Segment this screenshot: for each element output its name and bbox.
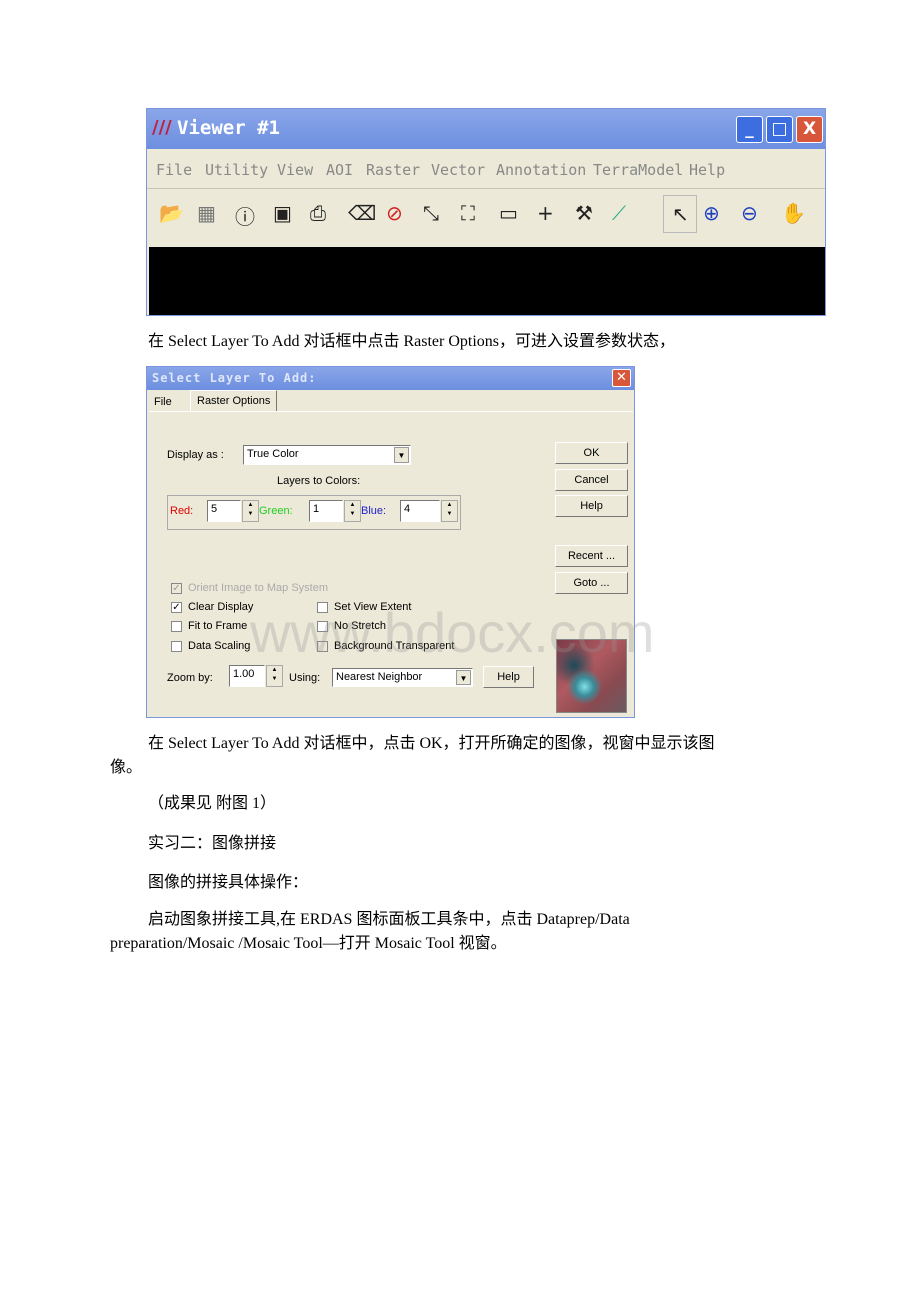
open-layer-icon[interactable]: ▦ [197,201,216,225]
paragraph: 像。 [110,759,143,776]
layers-to-colors-label: Layers to Colors: [277,475,361,487]
zoom-out-icon[interactable]: ⊖ [741,201,758,225]
paragraph: （成果见 附图 1） [148,795,277,812]
menu-raster[interactable]: Raster [366,161,420,179]
menu-help[interactable]: Help [689,161,725,179]
print-icon[interactable]: ⎙ [310,201,326,225]
close-button[interactable]: X [796,116,823,143]
hand-icon[interactable]: ✋ [781,201,806,225]
menu-utility[interactable]: Utility [205,161,268,179]
zoom-in-fit-icon[interactable]: ⤡ [423,201,439,225]
eraser-icon[interactable]: ⌫ [348,201,376,225]
select-layer-dialog: Select Layer To Add: ✕ File Raster Optio… [146,366,635,718]
clear-display-label: Clear Display [188,601,254,613]
display-as-select[interactable]: True Color ▼ [243,445,411,465]
red-input[interactable]: 5 [207,500,241,522]
paragraph: 启动图象拼接工具,在 ERDAS 图标面板工具条中，点击 Dataprep/Da… [148,911,630,928]
open-folder-icon[interactable]: 📂 [159,201,184,225]
menu-aoi[interactable]: AOI [326,161,353,179]
tab-raster-options[interactable]: Raster Options [190,390,278,412]
red-stepper[interactable]: ▲ ▼ [242,500,259,522]
tab-file[interactable]: File [154,396,172,408]
green-input[interactable]: 1 [309,500,343,522]
close-button[interactable]: ✕ [612,369,631,387]
paragraph: 图像的拼接具体操作： [148,874,309,891]
recent-button[interactable]: Recent ... [555,545,628,567]
menu-annotation[interactable]: Annotation [496,161,586,179]
paragraph: 实习二：图像拼接 [148,835,277,852]
zoom-input[interactable]: 1.00 [229,665,265,687]
fit-frame-label: Fit to Frame [188,620,248,632]
hammer-icon[interactable]: ⚒ [575,201,593,225]
clear-icon[interactable]: ⊘ [386,201,403,225]
display-as-value: True Color [247,448,299,460]
data-scaling-label: Data Scaling [188,640,251,652]
ruler-icon[interactable]: ▭ [499,201,518,225]
crosshair-icon[interactable]: + [537,201,554,225]
title-bar: /// Viewer #1 _ □ X [147,109,825,149]
menu-bar: File Utility View AOI Raster Vector Anno… [147,153,825,189]
using-label: Using: [289,672,321,684]
watermark: www.bdocx.com [250,601,655,664]
paragraph: preparation/Mosaic /Mosaic Tool—打开 Mosai… [110,935,507,952]
display-as-label: Display as : [167,449,224,461]
menu-terramodel[interactable]: TerraModel [593,161,683,179]
resample-value: Nearest Neighbor [336,671,423,683]
window-title: Viewer #1 [177,117,280,139]
help-button[interactable]: Help [555,495,628,517]
minimize-button[interactable]: _ [736,116,763,143]
app-logo-icon: /// [152,117,172,138]
red-label: Red: [170,505,194,517]
blue-stepper[interactable]: ▲ ▼ [441,500,458,522]
blue-label: Blue: [361,505,387,517]
dialog-title: Select Layer To Add: [152,371,317,385]
menu-vector[interactable]: Vector [431,161,485,179]
fit-frame-checkbox[interactable] [171,621,182,632]
help-button-2[interactable]: Help [483,666,534,688]
info-icon[interactable]: ⓘ [235,201,255,230]
blue-input[interactable]: 4 [400,500,440,522]
maximize-button[interactable]: □ [766,116,793,143]
orient-label: Orient Image to Map System [188,582,328,594]
pointer-icon[interactable]: ↖ [663,195,697,233]
ok-button[interactable]: OK [555,442,628,464]
menu-file[interactable]: File [156,161,192,179]
cancel-button[interactable]: Cancel [555,469,628,491]
orient-checkbox: ✓ [171,583,182,594]
toolbar: 📂 ▦ ⓘ ▣ ⎙ ⌫ ⊘ ⤡ ⛶ ▭ + ⚒ ⟋ ↖ ⊕ ⊖ ✋ [147,191,825,241]
zoom-stepper[interactable]: ▲ ▼ [266,665,283,687]
data-scaling-checkbox[interactable] [171,641,182,652]
resample-select[interactable]: Nearest Neighbor ▼ [332,668,473,687]
paragraph: 在 Select Layer To Add 对话框中点击 Raster Opti… [148,333,675,350]
viewer-canvas[interactable] [149,247,825,315]
title-bar: Select Layer To Add: ✕ [147,367,634,390]
chevron-down-icon: ▼ [394,447,409,463]
viewer-window: /// Viewer #1 _ □ X File Utility View AO… [146,108,826,316]
clear-display-checkbox[interactable]: ✓ [171,602,182,613]
paragraph: 在 Select Layer To Add 对话框中，点击 OK，打开所确定的图… [148,735,715,752]
zoom-in-icon[interactable]: ⊕ [703,201,720,225]
chevron-down-icon: ▼ [456,670,471,685]
zoom-label: Zoom by: [167,672,213,684]
goto-button[interactable]: Goto ... [555,572,628,594]
green-stepper[interactable]: ▲ ▼ [344,500,361,522]
menu-view[interactable]: View [277,161,313,179]
zoom-out-fit-icon[interactable]: ⛶ [461,201,475,225]
save-icon[interactable]: ▣ [273,201,292,225]
green-label: Green: [259,505,293,517]
profile-icon[interactable]: ⟋ [612,201,626,225]
